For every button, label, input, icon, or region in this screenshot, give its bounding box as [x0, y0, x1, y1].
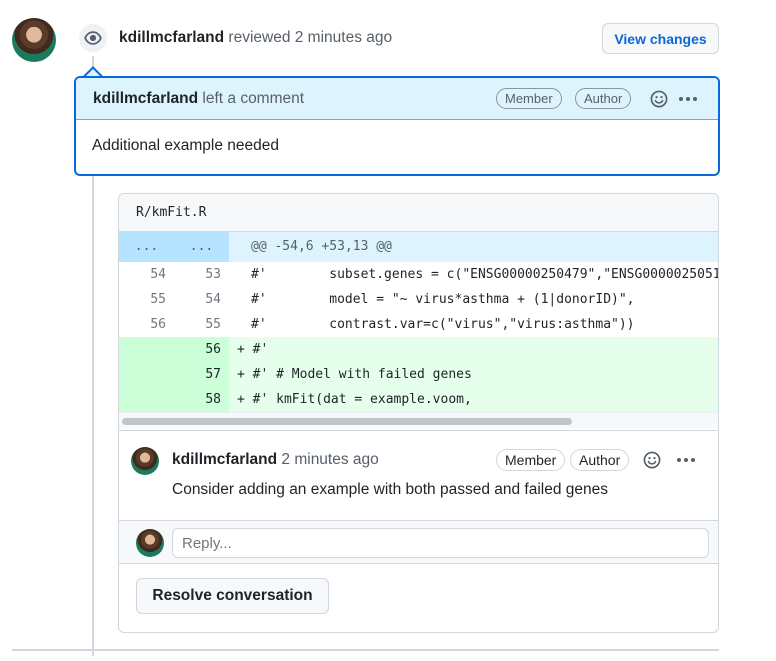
diff-line: 55 54 #' model = "~ virus*asthma + (1|do… [119, 287, 718, 312]
old-line-number[interactable]: 56 [119, 312, 174, 337]
line-code: #' model = "~ virus*asthma + (1|donorID)… [251, 292, 635, 307]
old-line-number[interactable]: 55 [119, 287, 174, 312]
timeline-divider [12, 649, 719, 651]
line-code: #' contrast.var=c("virus","virus:asthma"… [251, 317, 635, 332]
comment-time[interactable]: 2 minutes ago [281, 451, 378, 468]
new-line-number[interactable]: 54 [174, 287, 229, 312]
new-line-number[interactable]: 58 [174, 387, 229, 412]
old-line-number [119, 362, 174, 387]
new-line-number[interactable]: 55 [174, 312, 229, 337]
avatar[interactable] [12, 18, 56, 62]
review-header: kdillmcfarland reviewed 2 minutes ago [119, 29, 392, 47]
old-line-number[interactable]: 54 [119, 262, 174, 287]
hunk-range: @@ -54,6 +53,13 @@ [251, 239, 392, 254]
diff-line-added: 58 + #' kmFit(dat = example.voom, [119, 387, 718, 412]
author-badge: Author [570, 449, 630, 471]
comment-author[interactable]: kdillmcfarland [172, 451, 277, 468]
old-line-number [119, 337, 174, 362]
line-code: #' subset.genes = c("ENSG00000250479","E… [251, 267, 718, 282]
line-code: + #' kmFit(dat = example.voom, [237, 392, 472, 407]
reviewer-name[interactable]: kdillmcfarland [119, 29, 224, 46]
reply-row [119, 520, 718, 564]
diff-line: 56 55 #' contrast.var=c("virus","virus:a… [119, 312, 718, 337]
member-badge: Member [496, 449, 566, 471]
diff-line: 54 53 #' subset.genes = c("ENSG000002504… [119, 262, 718, 287]
thread-comment: kdillmcfarland 2 minutes ago Member Auth… [119, 430, 718, 520]
review-time[interactable]: 2 minutes ago [295, 29, 392, 46]
eye-icon [77, 22, 109, 54]
hunk-expand-right[interactable]: ... [174, 232, 229, 262]
diff-hunk-header: ... ... @@ -54,6 +53,13 @@ [119, 232, 718, 262]
review-action: reviewed [228, 29, 291, 46]
review-comment-card: kdillmcfarland left a comment Member Aut… [74, 76, 720, 176]
avatar[interactable] [131, 447, 159, 475]
comment-header: kdillmcfarland left a comment Member Aut… [76, 78, 718, 120]
member-badge: Member [496, 88, 562, 109]
kebab-horizontal-icon[interactable] [674, 449, 698, 471]
reply-input[interactable] [172, 528, 709, 558]
line-code: + #' # Model with failed genes [237, 367, 472, 382]
comment-action: left a comment [202, 89, 305, 107]
diff-view: ... ... @@ -54,6 +53,13 @@ 54 53 #' subs… [119, 232, 718, 428]
smiley-icon[interactable] [648, 88, 670, 110]
smiley-icon[interactable] [641, 449, 663, 471]
comment-body: Additional example needed [92, 137, 279, 154]
resolve-conversation-button[interactable]: Resolve conversation [136, 578, 329, 614]
hunk-expand-left[interactable]: ... [119, 232, 174, 262]
thread-comment-header: kdillmcfarland 2 minutes ago [172, 451, 379, 469]
new-line-number[interactable]: 56 [174, 337, 229, 362]
review-thread: R/kmFit.R ... ... @@ -54,6 +53,13 @@ 54 … [118, 193, 719, 633]
avatar [136, 529, 164, 557]
diff-line-added: 57 + #' # Model with failed genes [119, 362, 718, 387]
diff-line-added: 56 + #' [119, 337, 718, 362]
new-line-number[interactable]: 53 [174, 262, 229, 287]
file-path[interactable]: R/kmFit.R [119, 194, 718, 232]
author-badge: Author [575, 88, 632, 109]
thread-comment-body: Consider adding an example with both pas… [172, 481, 609, 498]
view-changes-button[interactable]: View changes [602, 23, 719, 54]
new-line-number[interactable]: 57 [174, 362, 229, 387]
old-line-number [119, 387, 174, 412]
line-code: + #' [237, 342, 269, 357]
comment-author[interactable]: kdillmcfarland [93, 90, 198, 107]
scrollbar-thumb[interactable] [122, 418, 572, 425]
horizontal-scrollbar[interactable] [119, 412, 718, 428]
kebab-horizontal-icon[interactable] [676, 88, 700, 110]
